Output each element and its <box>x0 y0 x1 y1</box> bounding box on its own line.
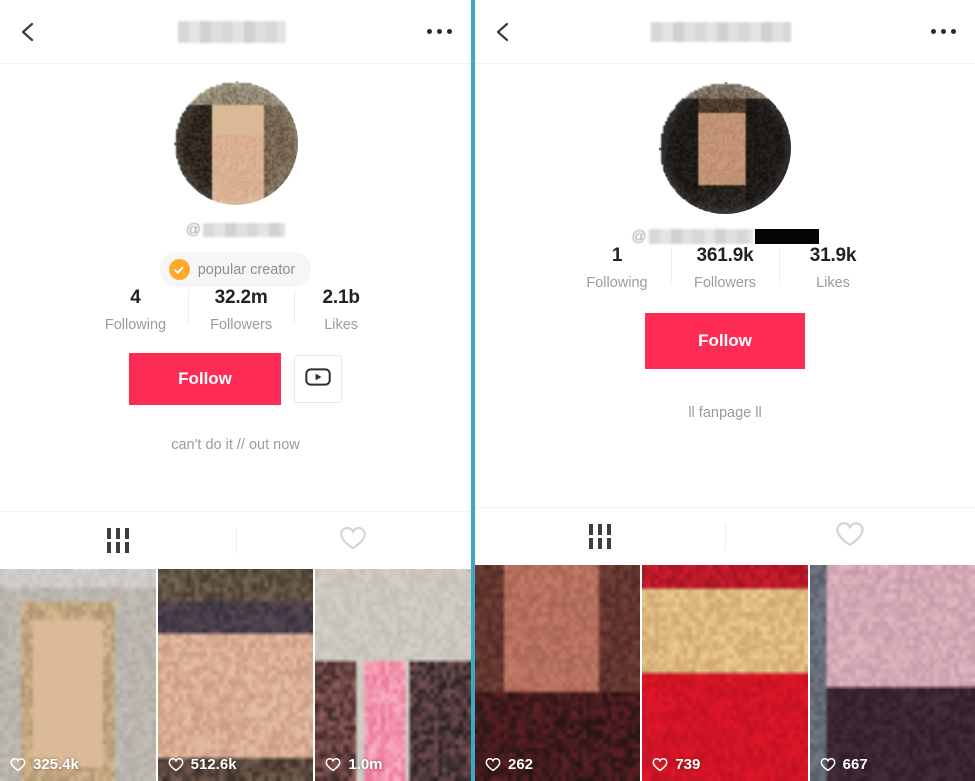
stat-label: Following <box>104 317 167 333</box>
grid-icon <box>106 528 129 553</box>
more-options-button[interactable] <box>911 0 975 64</box>
profile-bio: can't do it // out now <box>171 437 300 453</box>
stat-label: Following <box>586 275 648 291</box>
stat-label: Likes <box>324 317 359 333</box>
page-title <box>56 20 407 43</box>
more-options-button[interactable] <box>407 0 471 64</box>
page-title <box>531 21 911 42</box>
stat-label: Followers <box>693 275 757 291</box>
stat-followers[interactable]: 32.2m Followers <box>188 287 294 333</box>
action-row: Follow <box>129 353 342 405</box>
tab-liked[interactable] <box>725 508 975 566</box>
youtube-play-icon <box>305 367 331 392</box>
video-grid-right: 262 739 667 <box>475 565 975 781</box>
tab-videos[interactable] <box>475 508 725 566</box>
profile-handle: @ <box>631 228 819 245</box>
profile-body-left: @ popular creator 4 Following 32.2m Foll… <box>0 64 471 569</box>
back-button[interactable] <box>475 0 531 64</box>
stat-followers[interactable]: 361.9k Followers <box>671 245 779 291</box>
profile-panel-right: @ 1 Following 361.9k Followers 31.9k Lik… <box>475 0 975 781</box>
follow-button[interactable]: Follow <box>645 313 805 369</box>
tab-bar-left <box>0 511 471 569</box>
more-horizontal-icon <box>446 29 452 34</box>
heart-icon <box>339 526 367 556</box>
stat-value: 32.2m <box>214 287 268 308</box>
stats-row: 1 Following 361.9k Followers 31.9k Likes <box>563 245 887 291</box>
status-badge-label: popular creator <box>197 261 296 278</box>
more-horizontal-icon <box>436 29 442 34</box>
heart-icon <box>835 521 865 553</box>
more-horizontal-icon <box>930 29 936 34</box>
avatar[interactable] <box>173 81 298 205</box>
chevron-left-icon <box>492 21 514 43</box>
tab-videos[interactable] <box>0 512 236 570</box>
profile-body-right: @ 1 Following 361.9k Followers 31.9k Lik… <box>475 64 975 565</box>
at-symbol-icon: @ <box>631 228 647 245</box>
redacted-username-title <box>651 21 791 42</box>
header-left <box>0 0 471 64</box>
redacted-username-title <box>177 20 286 43</box>
stat-value: 4 <box>130 287 141 308</box>
action-row: Follow <box>645 313 805 369</box>
more-horizontal-icon <box>950 29 956 34</box>
video-grid-left: 325.4k 512.6k 1.0m <box>0 569 471 781</box>
more-horizontal-icon <box>426 29 432 34</box>
stat-value: 1 <box>611 245 623 266</box>
chevron-left-icon <box>17 21 39 43</box>
stat-label: Likes <box>816 275 850 291</box>
redacted-handle <box>648 229 753 244</box>
redacted-handle <box>203 222 286 237</box>
stat-likes[interactable]: 31.9k Likes <box>779 245 887 291</box>
follow-button[interactable]: Follow <box>129 353 281 405</box>
status-badge: popular creator <box>159 252 312 287</box>
stat-likes[interactable]: 2.1b Likes <box>294 287 388 333</box>
stat-value: 361.9k <box>696 245 754 266</box>
stats-row: 4 Following 32.2m Followers 2.1b Likes <box>83 287 388 333</box>
stat-value: 31.9k <box>809 245 857 266</box>
stat-following[interactable]: 1 Following <box>563 245 671 291</box>
stat-value: 2.1b <box>322 287 360 308</box>
stat-label: Followers <box>210 317 273 333</box>
youtube-link-button[interactable] <box>294 355 342 403</box>
profile-handle: @ <box>185 221 286 238</box>
video-thumbnail[interactable]: 262 <box>475 565 641 781</box>
comparison-stage: @ popular creator 4 Following 32.2m Foll… <box>0 0 975 781</box>
profile-panel-left: @ popular creator 4 Following 32.2m Foll… <box>0 0 471 781</box>
video-thumbnail[interactable]: 1.0m <box>315 569 471 781</box>
grid-icon <box>589 524 611 549</box>
tab-liked[interactable] <box>235 512 472 570</box>
at-symbol-icon: @ <box>185 221 202 238</box>
video-thumbnail[interactable]: 667 <box>809 565 975 781</box>
video-thumbnail[interactable]: 512.6k <box>157 569 314 781</box>
tab-bar-right <box>475 507 975 565</box>
stat-following[interactable]: 4 Following <box>83 287 188 333</box>
header-right <box>475 0 975 64</box>
back-button[interactable] <box>0 0 56 64</box>
avatar[interactable] <box>659 82 791 214</box>
redaction-bar <box>754 229 819 244</box>
video-thumbnail[interactable]: 325.4k <box>0 569 156 781</box>
verified-check-icon <box>168 259 190 280</box>
more-horizontal-icon <box>940 29 946 34</box>
profile-bio: ll fanpage ll <box>688 405 762 421</box>
video-thumbnail[interactable]: 739 <box>642 565 808 781</box>
